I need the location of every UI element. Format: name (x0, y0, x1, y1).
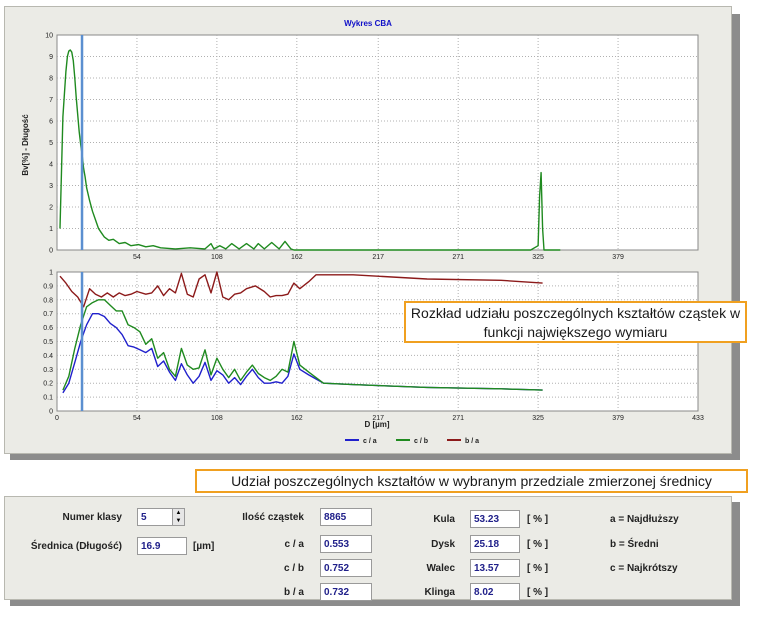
shape-value: 8.02 (470, 583, 520, 601)
shape-value: 53.23 (470, 510, 520, 528)
ratio-value: 0.752 (320, 559, 372, 577)
shape-label: Dysk (431, 539, 455, 550)
x-tick-label: 54 (133, 415, 141, 422)
x-axis-label: D [µm] (364, 420, 389, 429)
chart-note-callout: Rozkład udziału poszczególnych kształtów… (404, 301, 747, 343)
y-tick-label: 5 (49, 140, 53, 147)
top-y-axis-label: Bv[%] - Długość (21, 114, 30, 176)
shape-unit: [ % ] (527, 587, 549, 598)
y-tick-label: 0.8 (43, 297, 53, 304)
x-tick-label: 0 (55, 415, 59, 422)
y-tick-label: 8 (49, 76, 53, 83)
y-tick-label: 9 (49, 54, 53, 61)
x-tick-label: 108 (211, 254, 223, 261)
y-tick-label: 0.4 (43, 353, 53, 360)
y-tick-label: 1 (49, 270, 53, 277)
x-tick-label: 379 (612, 254, 624, 261)
class-number-input[interactable]: 5 (137, 508, 173, 526)
legend-label: c / b (414, 438, 428, 445)
ratio-value: 0.553 (320, 535, 372, 553)
chart-note-text: Rozkład udziału poszczególnych kształtów… (410, 305, 741, 340)
shape-label: Klinga (424, 587, 455, 598)
ratio-label: b / a (283, 587, 304, 598)
diameter-label: Średnica (Długość) (30, 541, 122, 552)
shape-unit: [ % ] (527, 514, 549, 525)
y-tick-label: 0.2 (43, 381, 53, 388)
shape-label: Kula (433, 514, 455, 525)
shape-value: 25.18 (470, 535, 520, 553)
class-number-spinner[interactable]: ▲ ▼ (172, 508, 185, 526)
y-tick-label: 0.3 (43, 367, 53, 374)
x-tick-label: 54 (133, 254, 141, 261)
legend-label: c / a (363, 438, 377, 445)
ratio-value: 0.732 (320, 583, 372, 601)
ratio-label: c / a (284, 539, 304, 550)
x-tick-label: 217 (372, 254, 384, 261)
y-tick-label: 0 (49, 409, 53, 416)
x-tick-label: 271 (452, 415, 464, 422)
x-tick-label: 271 (452, 254, 464, 261)
shape-value: 13.57 (470, 559, 520, 577)
top-plot: 54 108 162 217 271 325 379 0 1 2 3 4 5 6 7 8 9 10 (45, 33, 699, 261)
y-tick-label: 0.6 (43, 325, 53, 332)
y-tick-label: 0.7 (43, 311, 53, 318)
cba-chart: 54 108 162 217 271 325 379012345678910 0 54 108 1… (21, 33, 704, 446)
x-tick-label: 108 (211, 415, 223, 422)
legend-label: b / a (465, 438, 479, 445)
y-tick-label: 6 (49, 119, 53, 126)
y-tick-label: 3 (49, 183, 53, 190)
diameter-input[interactable]: 16.9 (137, 537, 187, 555)
y-tick-label: 4 (49, 162, 53, 169)
spinner-up-icon[interactable]: ▲ (173, 509, 184, 517)
y-tick-label: 2 (49, 205, 53, 212)
bottom-plot: 0 54 108 162 217 271 325 379 43300.10.20.30.40.5… (43, 270, 704, 423)
axis-legend-item: c = Najkrótszy (610, 563, 678, 574)
y-tick-label: 0.1 (43, 395, 53, 402)
axis-legend-item: a = Najdłuższy (610, 514, 679, 525)
form-note-callout: Udział poszczególnych kształtów w wybran… (195, 469, 748, 493)
class-number-label: Numer klasy (62, 512, 122, 523)
spinner-down-icon[interactable]: ▼ (173, 517, 184, 525)
particle-count-value: 8865 (320, 508, 372, 526)
x-tick-label: 325 (532, 254, 544, 261)
y-tick-label: 10 (45, 33, 53, 40)
y-tick-label: 1 (49, 226, 53, 233)
chart-legend: c / a c / b b / a (345, 438, 479, 445)
shape-unit: [ % ] (527, 539, 549, 550)
axis-legend-item: b = Średni (610, 539, 659, 550)
shape-unit: [ % ] (527, 563, 549, 574)
x-tick-label: 162 (291, 254, 303, 261)
x-tick-label: 433 (692, 415, 704, 422)
x-tick-label: 379 (612, 415, 624, 422)
form-note-text: Udział poszczególnych kształtów w wybran… (231, 473, 712, 489)
ratio-label: c / b (283, 563, 304, 574)
y-tick-label: 7 (49, 97, 53, 104)
particle-count-label: Ilość cząstek (242, 512, 304, 523)
y-tick-label: 0 (49, 248, 53, 255)
y-tick-label: 0.5 (43, 339, 53, 346)
x-tick-label: 162 (291, 415, 303, 422)
shape-label: Walec (426, 563, 455, 574)
y-tick-label: 0.9 (43, 283, 53, 290)
diameter-unit: [µm] (193, 541, 215, 552)
x-tick-label: 325 (532, 415, 544, 422)
